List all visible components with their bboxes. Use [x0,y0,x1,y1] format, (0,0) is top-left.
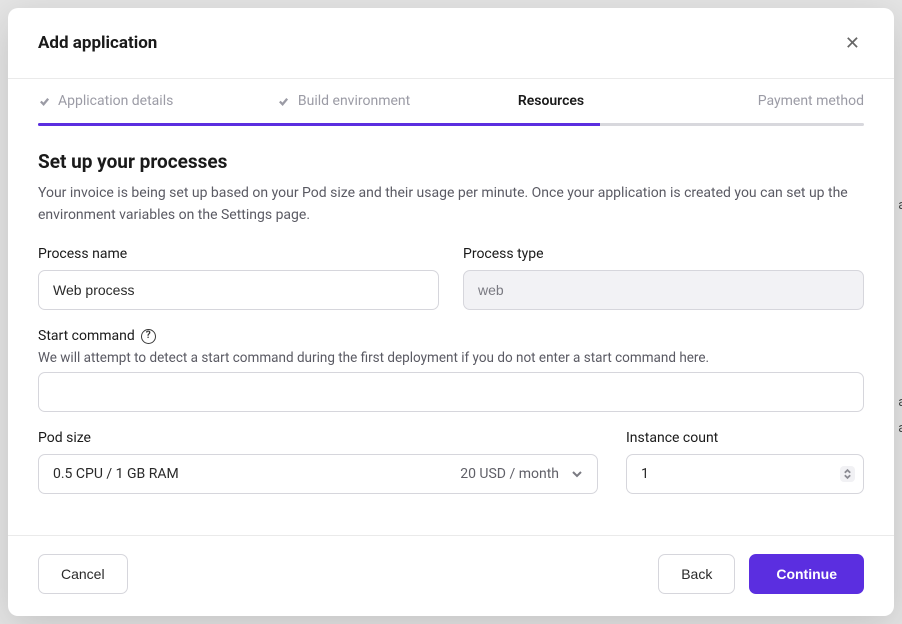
instance-count-value: 1 [641,466,649,482]
process-name-input[interactable] [38,270,439,310]
start-command-label: Start command ? [38,328,864,344]
step-build-environment[interactable]: Build environment [278,79,518,123]
pod-size-value: 0.5 CPU / 1 GB RAM [53,466,179,482]
process-type-input [463,270,864,310]
cancel-button[interactable]: Cancel [38,554,128,594]
modal-title: Add application [38,33,157,53]
step-payment-method[interactable]: Payment method [758,79,864,123]
check-icon [38,95,50,107]
stepper-arrows-icon[interactable] [840,466,855,482]
modal-footer: Cancel Back Continue [8,535,894,616]
section-description: Your invoice is being set up based on yo… [38,183,864,226]
step-label: Payment method [758,93,864,109]
step-label: Build environment [298,93,410,109]
pod-size-price: 20 USD / month [460,466,559,482]
modal-content: Set up your processes Your invoice is be… [8,126,894,535]
check-icon [278,95,290,107]
instance-count-label: Instance count [626,430,864,446]
pod-size-label: Pod size [38,430,598,446]
stepper: Application details Build environment Re… [8,79,894,123]
start-command-input[interactable] [38,372,864,412]
background-text: as [898,421,902,436]
process-name-field: Process name [38,246,439,310]
step-progress-bar [38,123,864,126]
close-button[interactable]: ✕ [841,30,864,56]
process-name-label: Process name [38,246,439,262]
background-text: as [898,198,902,213]
modal-header: Add application ✕ [8,8,894,79]
instance-count-field: Instance count 1 [626,430,864,494]
start-command-field: Start command ? We will attempt to detec… [38,328,864,412]
chevron-down-icon [571,468,583,480]
section-title: Set up your processes [38,150,864,173]
step-progress-fill [38,123,600,126]
back-button[interactable]: Back [658,554,735,594]
background-text: as [898,395,902,410]
process-type-field: Process type [463,246,864,310]
step-resources[interactable]: Resources [518,79,758,123]
start-command-help: We will attempt to detect a start comman… [38,350,864,366]
step-application-details[interactable]: Application details [38,79,278,123]
add-application-modal: Add application ✕ Application details Bu… [8,8,894,616]
process-type-label: Process type [463,246,864,262]
pod-size-field: Pod size 0.5 CPU / 1 GB RAM 20 USD / mon… [38,430,598,494]
help-icon[interactable]: ? [141,329,156,344]
continue-button[interactable]: Continue [749,554,864,594]
instance-count-stepper[interactable]: 1 [626,454,864,494]
step-label: Application details [58,93,173,109]
start-command-label-text: Start command [38,328,135,344]
step-label: Resources [518,93,584,109]
close-icon: ✕ [845,33,860,53]
pod-size-select[interactable]: 0.5 CPU / 1 GB RAM 20 USD / month [38,454,598,494]
